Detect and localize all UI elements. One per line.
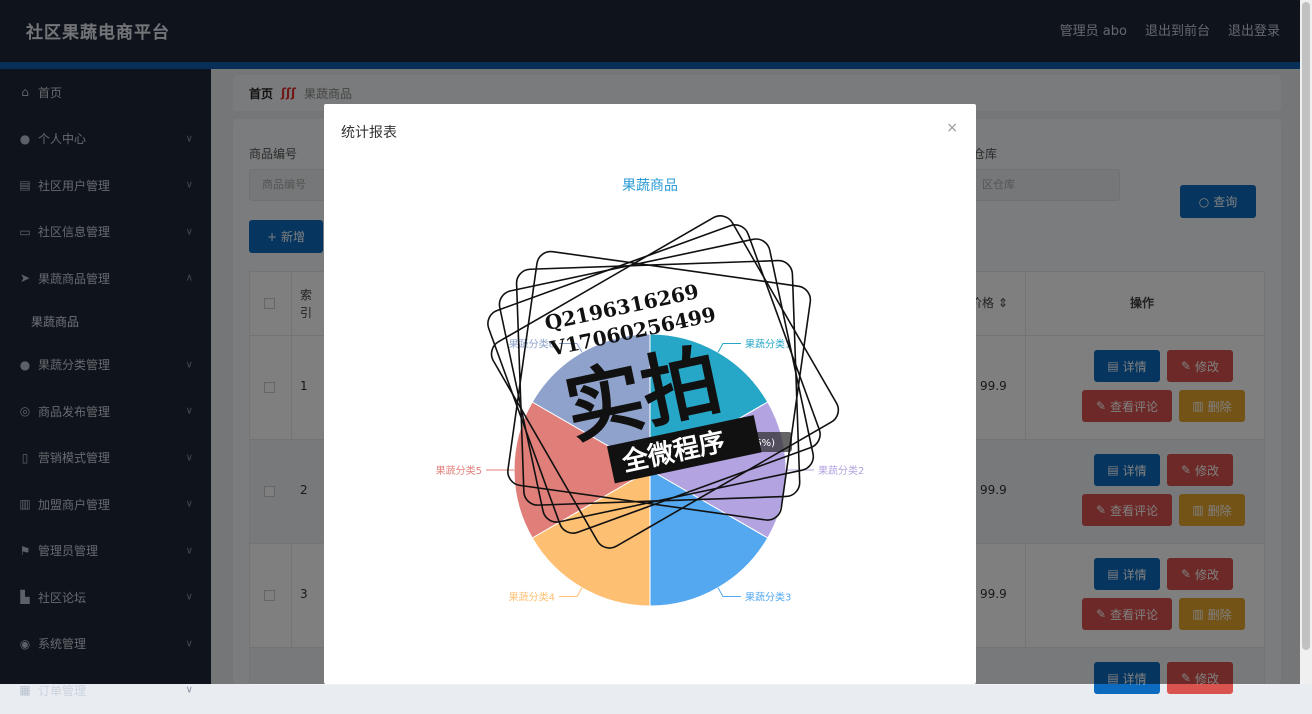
scrollbar-thumb[interactable] xyxy=(1302,2,1310,650)
close-icon[interactable]: × xyxy=(946,120,958,136)
chevron-down-icon: ∨ xyxy=(185,684,193,696)
pie-label: 果蔬分类2 xyxy=(818,464,864,477)
pie-chart: 果蔬商品 果蔬分类1果蔬分类2果蔬分类3果蔬分类4果蔬分类5果蔬分类6: 1 (… xyxy=(436,178,864,607)
pie-label: 果蔬分类4 xyxy=(509,590,555,603)
order-icon: ▦ xyxy=(19,683,31,698)
pie-label-line xyxy=(717,587,741,597)
pie-label: 果蔬分类1 xyxy=(745,338,791,351)
modal-title: 统计报表 xyxy=(341,125,397,141)
report-modal: 统计报表 × 果蔬商品 果蔬分类1 果蔬分类2 果蔬分类3 果蔬分类4 果蔬分类5 果蔬分… xyxy=(324,104,976,684)
pie-label-line xyxy=(717,343,741,353)
sidebar-item-label: 订单管理 xyxy=(38,683,87,698)
pie-label: 果蔬分类5 xyxy=(436,464,482,477)
pie-label-line xyxy=(559,587,583,597)
chart-title: 果蔬商品 xyxy=(622,178,678,194)
pie-label: 果蔬分类3 xyxy=(745,590,791,603)
page-scrollbar[interactable] xyxy=(1300,0,1312,684)
